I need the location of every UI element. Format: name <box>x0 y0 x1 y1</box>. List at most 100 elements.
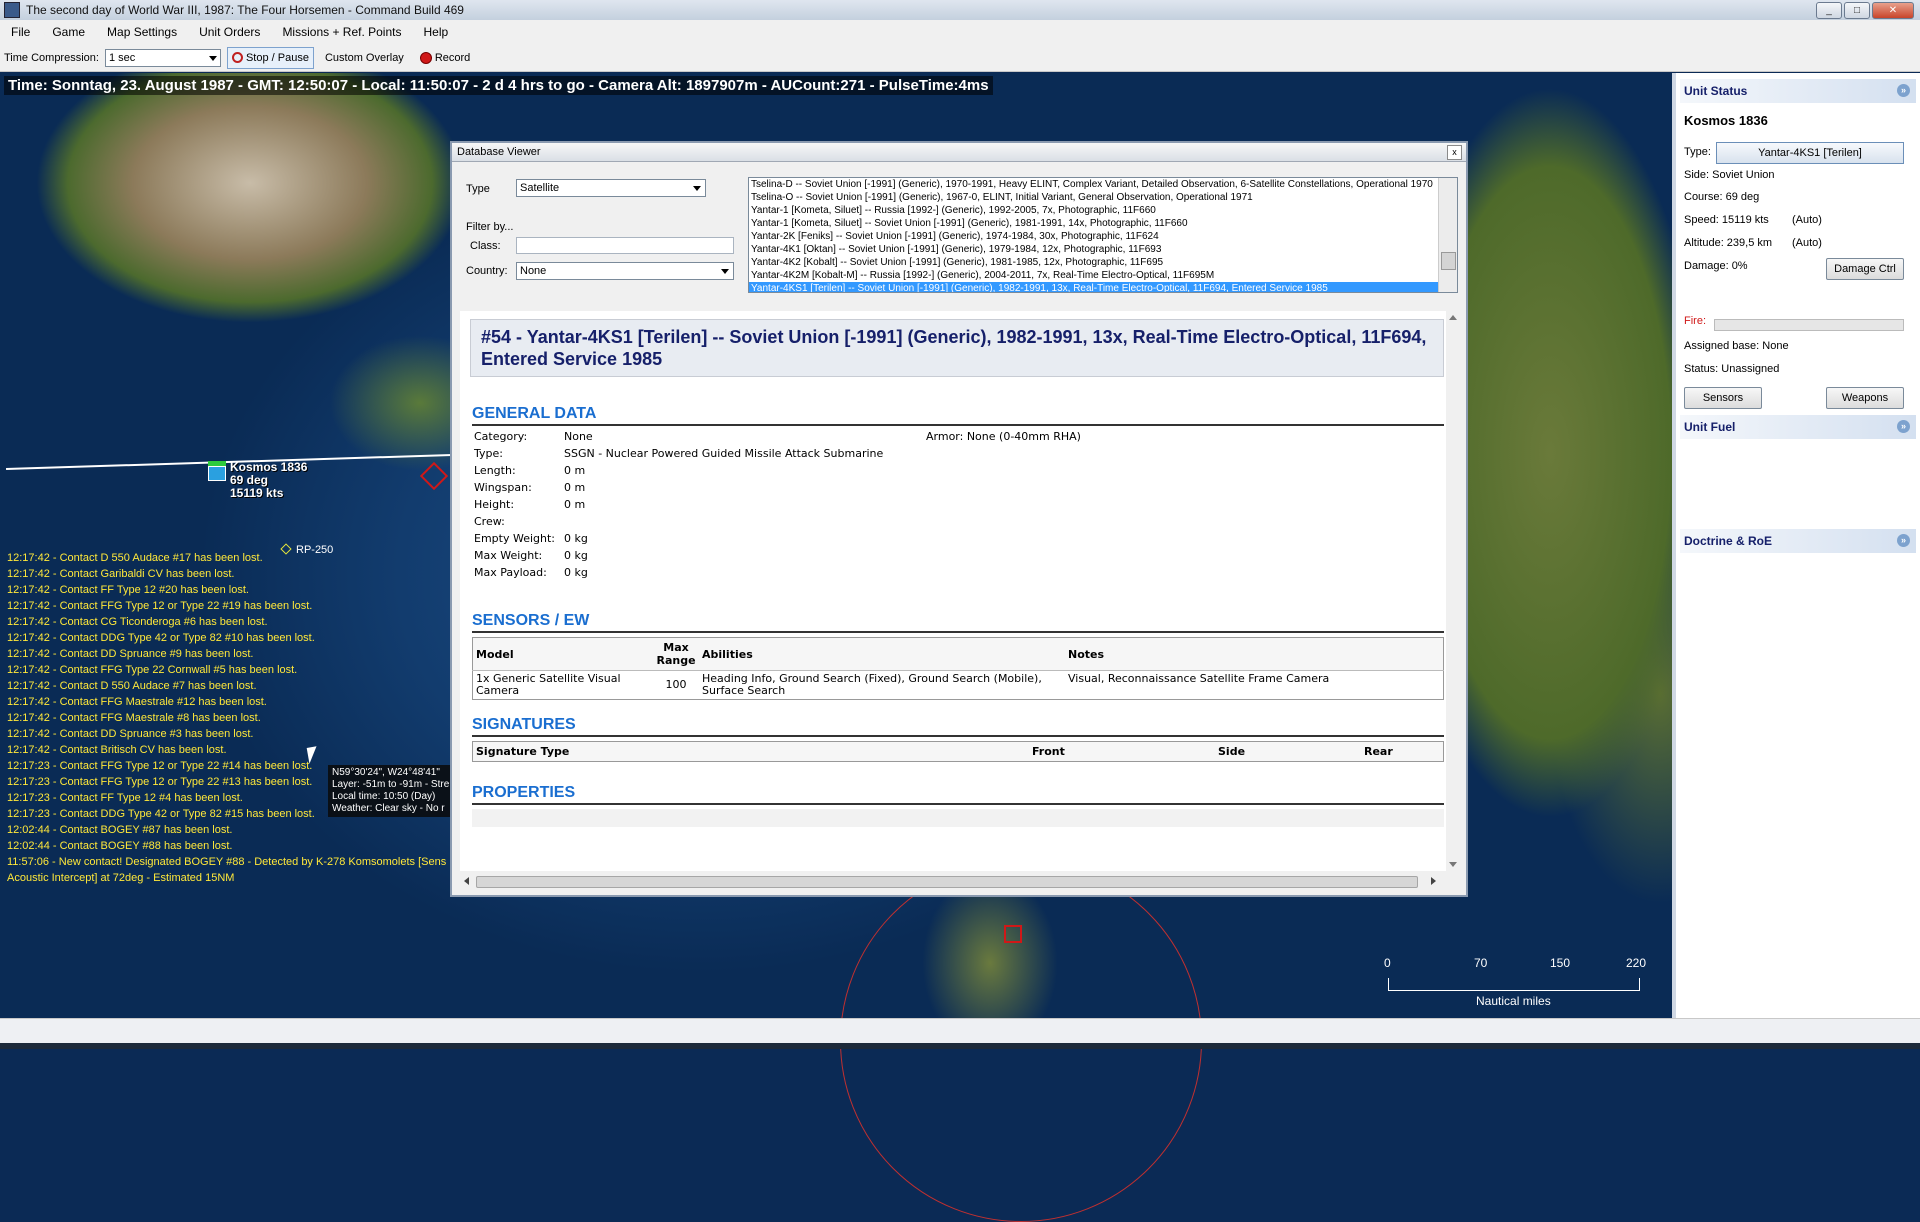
scroll-up-icon[interactable] <box>1449 315 1457 320</box>
database-viewer-window: Database Viewer x Type Satellite Filter … <box>450 141 1468 897</box>
scroll-thumb[interactable] <box>1441 252 1456 270</box>
unit-map-speed: 15119 kts <box>230 486 284 500</box>
data-row: Empty Weight: 0 kg <box>474 532 588 545</box>
chevron-down-icon <box>208 55 217 61</box>
log-line: 12:17:42 - Contact FF Type 12 #20 has be… <box>7 584 249 596</box>
stop-pause-label: Stop / Pause <box>245 51 309 64</box>
menu-unit-orders[interactable]: Unit Orders <box>188 25 271 39</box>
close-icon[interactable]: x <box>1447 145 1462 160</box>
scroll-right-icon[interactable] <box>1431 877 1436 885</box>
platform-list[interactable]: Tselina-D -- Soviet Union [-1991] (Gener… <box>748 177 1458 293</box>
signatures-heading: SIGNATURES <box>472 716 1444 737</box>
sensors-button[interactable]: Sensors <box>1684 387 1762 409</box>
column-header: Front <box>1029 741 1215 762</box>
time-compression-select[interactable]: 1 sec <box>104 48 221 67</box>
list-item[interactable]: Yantar-4K2M [Kobalt-M] -- Russia [1992-]… <box>749 269 1457 282</box>
menu-file[interactable]: File <box>0 25 41 39</box>
scale-tick: 70 <box>1474 956 1488 970</box>
data-row: Max Payload: 0 kg <box>474 566 588 579</box>
taskbar <box>0 1018 1920 1049</box>
type-select[interactable]: Satellite <box>516 179 706 197</box>
scroll-thumb[interactable] <box>476 876 1418 888</box>
log-line: 12:17:42 - Contact FFG Type 22 Cornwall … <box>7 664 298 676</box>
unit-type-button[interactable]: Yantar-4KS1 [Terilen] <box>1716 142 1904 164</box>
log-line: 12:17:42 - Contact FFG Maestrale #8 has … <box>7 712 261 724</box>
window-controls: _ □ ✕ <box>1816 2 1914 19</box>
altitude-mode[interactable]: (Auto) <box>1792 237 1822 249</box>
scale-units: Nautical miles <box>1476 994 1551 1008</box>
menu-missions[interactable]: Missions + Ref. Points <box>271 25 412 39</box>
tooltip-coords: N59°30'24", W24°48'41" <box>332 767 440 778</box>
signatures-table: Signature Type Front Side Rear <box>472 741 1444 762</box>
chevron-down-icon <box>693 186 701 191</box>
unit-altitude: Altitude: 239,5 km <box>1684 237 1773 249</box>
database-viewer-titlebar[interactable]: Database Viewer x <box>452 143 1466 162</box>
properties-heading: PROPERTIES <box>472 784 1444 805</box>
message-log: 12:17:42 - Contact D 550 Audace #17 has … <box>7 550 446 886</box>
collapse-icon[interactable]: » <box>1897 84 1910 97</box>
tooltip-weather: Weather: Clear sky - No r <box>332 803 445 814</box>
friendly-unit-icon[interactable] <box>208 461 226 483</box>
column-header: Rear <box>1361 741 1444 762</box>
content-scrollbar[interactable] <box>1446 311 1460 871</box>
log-line: 12:17:42 - Contact D 550 Audace #17 has … <box>7 552 263 564</box>
list-item[interactable]: Tselina-D -- Soviet Union [-1991] (Gener… <box>749 178 1457 191</box>
custom-overlay-label: Custom Overlay <box>324 51 404 64</box>
record-label: Record <box>434 51 471 64</box>
list-item[interactable]: Yantar-1 [Kometa, Siluet] -- Russia [199… <box>749 204 1457 217</box>
menu-map-settings[interactable]: Map Settings <box>96 25 188 39</box>
maximize-button[interactable]: □ <box>1844 2 1870 19</box>
list-item[interactable]: Yantar-1 [Kometa, Siluet] -- Soviet Unio… <box>749 217 1457 230</box>
menu-game[interactable]: Game <box>41 25 96 39</box>
unit-status-header[interactable]: Unit Status » <box>1680 79 1916 103</box>
damage-ctrl-button[interactable]: Damage Ctrl <box>1826 258 1904 280</box>
weapons-button[interactable]: Weapons <box>1826 387 1904 409</box>
speed-mode[interactable]: (Auto) <box>1792 214 1822 226</box>
table-cell: Visual, Reconnaissance Satellite Frame C… <box>1065 670 1444 700</box>
list-item[interactable]: Tselina-O -- Soviet Union [-1991] (Gener… <box>749 191 1457 204</box>
tooltip-local-time: Local time: 10:50 (Day) <box>332 791 436 802</box>
type-select-value: Satellite <box>520 182 560 194</box>
general-data: Category: None Type: SSGN - Nuclear Powere… <box>474 428 1460 596</box>
stop-pause-button[interactable]: Stop / Pause <box>226 46 314 69</box>
log-line: 12:17:42 - Contact FFG Maestrale #12 has… <box>7 696 267 708</box>
fire-label: Fire: <box>1684 315 1706 327</box>
menu-bar: File Game Map Settings Unit Orders Missi… <box>0 20 1920 44</box>
fire-bar <box>1714 319 1904 331</box>
log-line: 12:17:42 - Contact DD Spruance #9 has be… <box>7 648 254 660</box>
unit-side: Side: Soviet Union <box>1684 169 1775 181</box>
minimize-button[interactable]: _ <box>1816 2 1842 19</box>
list-item[interactable]: Yantar-4K2 [Kobalt] -- Soviet Union [-19… <box>749 256 1457 269</box>
hostile-contact-icon[interactable] <box>1004 925 1022 943</box>
data-row: Crew: <box>474 515 505 528</box>
list-scrollbar[interactable] <box>1438 178 1457 292</box>
unit-fuel-header[interactable]: Unit Fuel » <box>1680 415 1916 439</box>
time-compression-label: Time Compression: <box>4 51 99 64</box>
log-line: 12:17:42 - Contact FFG Type 12 or Type 2… <box>7 600 313 612</box>
log-line: 12:17:42 - Contact D 550 Audace #7 has b… <box>7 680 257 692</box>
list-item[interactable]: Yantar-2K [Feniks] -- Soviet Union [-199… <box>749 230 1457 243</box>
doctrine-header[interactable]: Doctrine & RoE » <box>1680 529 1916 553</box>
list-item[interactable]: Yantar-4K1 [Oktan] -- Soviet Union [-199… <box>749 243 1457 256</box>
record-button[interactable]: Record <box>415 47 475 69</box>
collapse-icon[interactable]: » <box>1897 420 1910 433</box>
scroll-left-icon[interactable] <box>464 877 469 885</box>
data-row: Length: 0 m <box>474 464 586 477</box>
scroll-down-icon[interactable] <box>1449 862 1457 867</box>
record-content: #54 - Yantar-4KS1 [Terilen] -- Soviet Un… <box>460 311 1460 871</box>
custom-overlay-button[interactable]: Custom Overlay <box>320 47 409 69</box>
scale-tick: 150 <box>1550 956 1571 970</box>
country-select[interactable]: None <box>516 262 734 280</box>
log-line: Acoustic Intercept] at 72deg - Estimated… <box>7 872 235 884</box>
properties-body <box>472 809 1444 827</box>
list-item-selected[interactable]: Yantar-4KS1 [Terilen] -- Soviet Union [-… <box>749 282 1457 292</box>
horizontal-scrollbar[interactable] <box>460 874 1440 889</box>
close-button[interactable]: ✕ <box>1872 2 1914 19</box>
expand-icon[interactable]: » <box>1897 534 1910 547</box>
menu-help[interactable]: Help <box>412 25 459 39</box>
scale-tick: 220 <box>1626 956 1647 970</box>
class-filter-input[interactable] <box>516 237 734 254</box>
record-icon <box>419 51 432 64</box>
record-title: #54 - Yantar-4KS1 [Terilen] -- Soviet Un… <box>470 319 1444 377</box>
data-row: Height: 0 m <box>474 498 586 511</box>
